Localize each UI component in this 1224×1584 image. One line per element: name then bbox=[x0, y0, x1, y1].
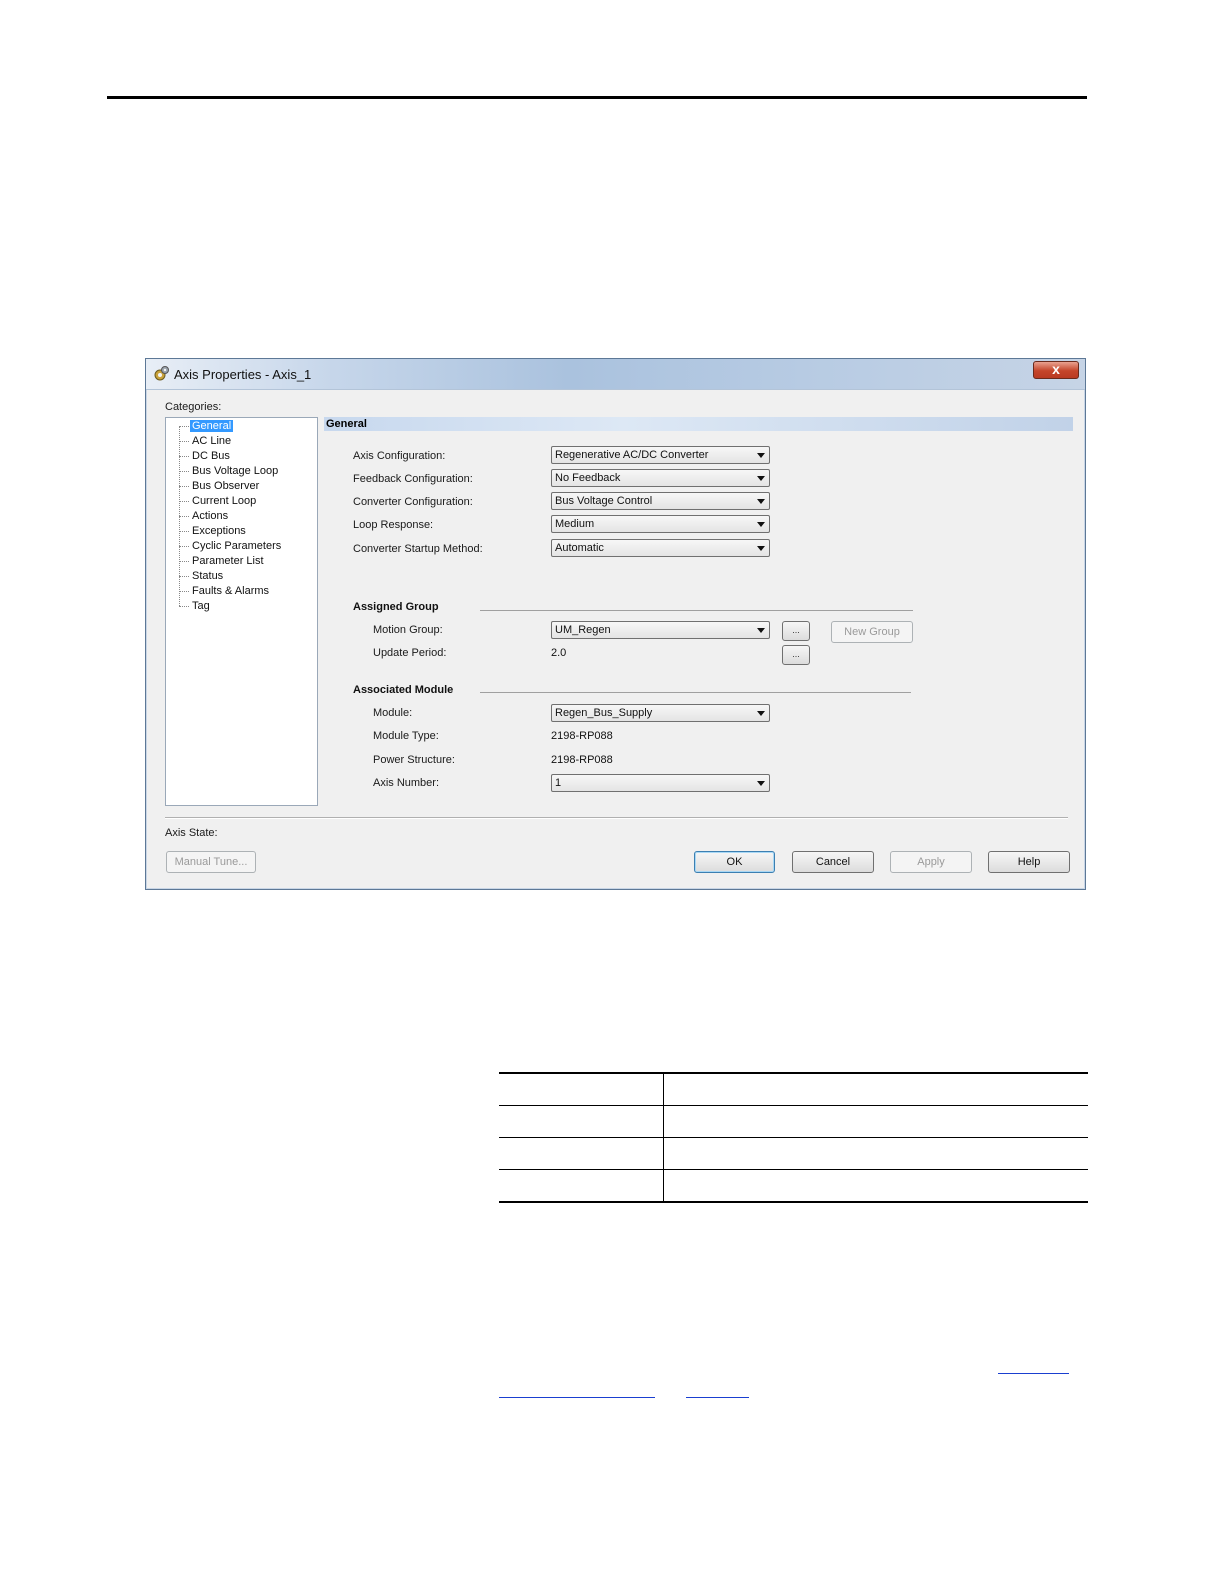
module-label: Module: bbox=[373, 707, 413, 719]
update-period-browse-button[interactable]: ... bbox=[782, 645, 810, 665]
title-bar[interactable]: Axis Properties - Axis_1 x bbox=[146, 359, 1085, 390]
footer-divider bbox=[165, 817, 1068, 819]
section-divider bbox=[480, 692, 911, 693]
chevron-down-icon bbox=[757, 499, 765, 504]
module-type-label: Module Type: bbox=[373, 730, 439, 742]
combo-value: 1 bbox=[555, 777, 562, 789]
module-type-value: 2198-RP088 bbox=[551, 730, 613, 742]
chevron-down-icon bbox=[757, 711, 765, 716]
tree-item-parameter-list[interactable]: Parameter List bbox=[179, 555, 266, 569]
tree-item-label: Current Loop bbox=[192, 495, 257, 507]
tree-item-label: Tag bbox=[192, 600, 210, 612]
converter-configuration-select[interactable]: Bus Voltage Control bbox=[551, 492, 770, 510]
update-period-value: 2.0 bbox=[551, 647, 567, 659]
axis-state-label: Axis State: bbox=[165, 827, 218, 839]
table-row bbox=[499, 1105, 1088, 1137]
converter-configuration-label: Converter Configuration: bbox=[353, 496, 473, 508]
tree-item-exceptions[interactable]: Exceptions bbox=[179, 525, 248, 539]
tree-item-label: Status bbox=[192, 570, 224, 582]
motion-group-select[interactable]: UM_Regen bbox=[551, 621, 770, 639]
loop-response-label: Loop Response: bbox=[353, 519, 434, 531]
tree-item-status[interactable]: Status bbox=[179, 570, 225, 584]
power-structure-label: Power Structure: bbox=[373, 754, 455, 766]
tree-item-label: Bus Voltage Loop bbox=[192, 465, 279, 477]
assigned-group-title: Assigned Group bbox=[353, 601, 439, 613]
motion-group-browse-button[interactable]: ... bbox=[782, 621, 810, 641]
apply-button[interactable]: Apply bbox=[890, 851, 972, 873]
tree-item-label: General bbox=[190, 420, 234, 432]
page-top-rule bbox=[107, 96, 1087, 99]
combo-value: Automatic bbox=[555, 542, 604, 554]
section-divider bbox=[480, 610, 913, 611]
loop-response-select[interactable]: Medium bbox=[551, 515, 770, 533]
link-underline[interactable] bbox=[998, 1373, 1069, 1374]
general-section-header: General bbox=[324, 417, 1073, 431]
link-underline[interactable] bbox=[499, 1397, 655, 1398]
feedback-configuration-select[interactable]: No Feedback bbox=[551, 469, 770, 487]
chevron-down-icon bbox=[757, 476, 765, 481]
update-period-label: Update Period: bbox=[373, 647, 447, 659]
tree-item-label: AC Line bbox=[192, 435, 232, 447]
gear-icon bbox=[154, 366, 169, 381]
tree-item-label: Exceptions bbox=[192, 525, 246, 537]
axis-configuration-label: Axis Configuration: bbox=[353, 450, 446, 462]
tree-item-label: DC Bus bbox=[192, 450, 230, 462]
close-button[interactable]: x bbox=[1033, 361, 1079, 379]
cancel-button[interactable]: Cancel bbox=[792, 851, 874, 873]
chevron-down-icon bbox=[757, 453, 765, 458]
categories-tree[interactable]: General AC Line DC Bus Bus Voltage Loop … bbox=[165, 417, 318, 806]
tree-item-label: Cyclic Parameters bbox=[192, 540, 282, 552]
tree-item-general[interactable]: General bbox=[179, 420, 234, 434]
converter-startup-method-label: Converter Startup Method: bbox=[353, 543, 483, 555]
tree-item-label: Actions bbox=[192, 510, 229, 522]
ok-button[interactable]: OK bbox=[694, 851, 775, 873]
power-structure-value: 2198-RP088 bbox=[551, 754, 613, 766]
table-row bbox=[499, 1137, 1088, 1169]
feedback-configuration-label: Feedback Configuration: bbox=[353, 473, 473, 485]
tree-item-ac-line[interactable]: AC Line bbox=[179, 435, 233, 449]
tree-item-label: Parameter List bbox=[192, 555, 264, 567]
tree-item-actions[interactable]: Actions bbox=[179, 510, 230, 524]
chevron-down-icon bbox=[757, 781, 765, 786]
combo-value: Regenerative AC/DC Converter bbox=[555, 449, 709, 461]
motion-group-label: Motion Group: bbox=[373, 624, 443, 636]
tree-item-label: Faults & Alarms bbox=[192, 585, 270, 597]
chevron-down-icon bbox=[757, 522, 765, 527]
help-button[interactable]: Help bbox=[988, 851, 1070, 873]
tree-item-tag[interactable]: Tag bbox=[179, 600, 212, 614]
tree-item-cyclic-parameters[interactable]: Cyclic Parameters bbox=[179, 540, 283, 554]
tree-item-dc-bus[interactable]: DC Bus bbox=[179, 450, 232, 464]
tree-item-bus-voltage-loop[interactable]: Bus Voltage Loop bbox=[179, 465, 280, 479]
tree-item-current-loop[interactable]: Current Loop bbox=[179, 495, 258, 509]
combo-value: Medium bbox=[555, 518, 595, 530]
table-row bbox=[499, 1169, 1088, 1203]
window-title: Axis Properties - Axis_1 bbox=[174, 367, 312, 382]
chevron-down-icon bbox=[757, 546, 765, 551]
module-select[interactable]: Regen_Bus_Supply bbox=[551, 704, 770, 722]
axis-number-label: Axis Number: bbox=[373, 777, 440, 789]
combo-value: UM_Regen bbox=[555, 624, 611, 636]
document-table bbox=[499, 1072, 1088, 1203]
dialog-body: Categories: General AC Line DC Bus Bus V… bbox=[146, 389, 1085, 889]
axis-configuration-select[interactable]: Regenerative AC/DC Converter bbox=[551, 446, 770, 464]
link-underline[interactable] bbox=[686, 1397, 749, 1398]
tree-item-faults-alarms[interactable]: Faults & Alarms bbox=[179, 585, 271, 599]
axis-properties-dialog: Axis Properties - Axis_1 x Categories: G… bbox=[145, 358, 1086, 890]
chevron-down-icon bbox=[757, 628, 765, 633]
combo-value: Bus Voltage Control bbox=[555, 495, 653, 507]
tree-item-label: Bus Observer bbox=[192, 480, 260, 492]
converter-startup-method-select[interactable]: Automatic bbox=[551, 539, 770, 557]
table-row bbox=[499, 1072, 1088, 1105]
manual-tune-button[interactable]: Manual Tune... bbox=[166, 851, 256, 873]
tree-item-bus-observer[interactable]: Bus Observer bbox=[179, 480, 261, 494]
axis-number-select[interactable]: 1 bbox=[551, 774, 770, 792]
combo-value: No Feedback bbox=[555, 472, 621, 484]
combo-value: Regen_Bus_Supply bbox=[555, 707, 653, 719]
associated-module-title: Associated Module bbox=[353, 684, 454, 696]
new-group-button[interactable]: New Group bbox=[831, 621, 913, 643]
categories-label: Categories: bbox=[165, 401, 222, 413]
